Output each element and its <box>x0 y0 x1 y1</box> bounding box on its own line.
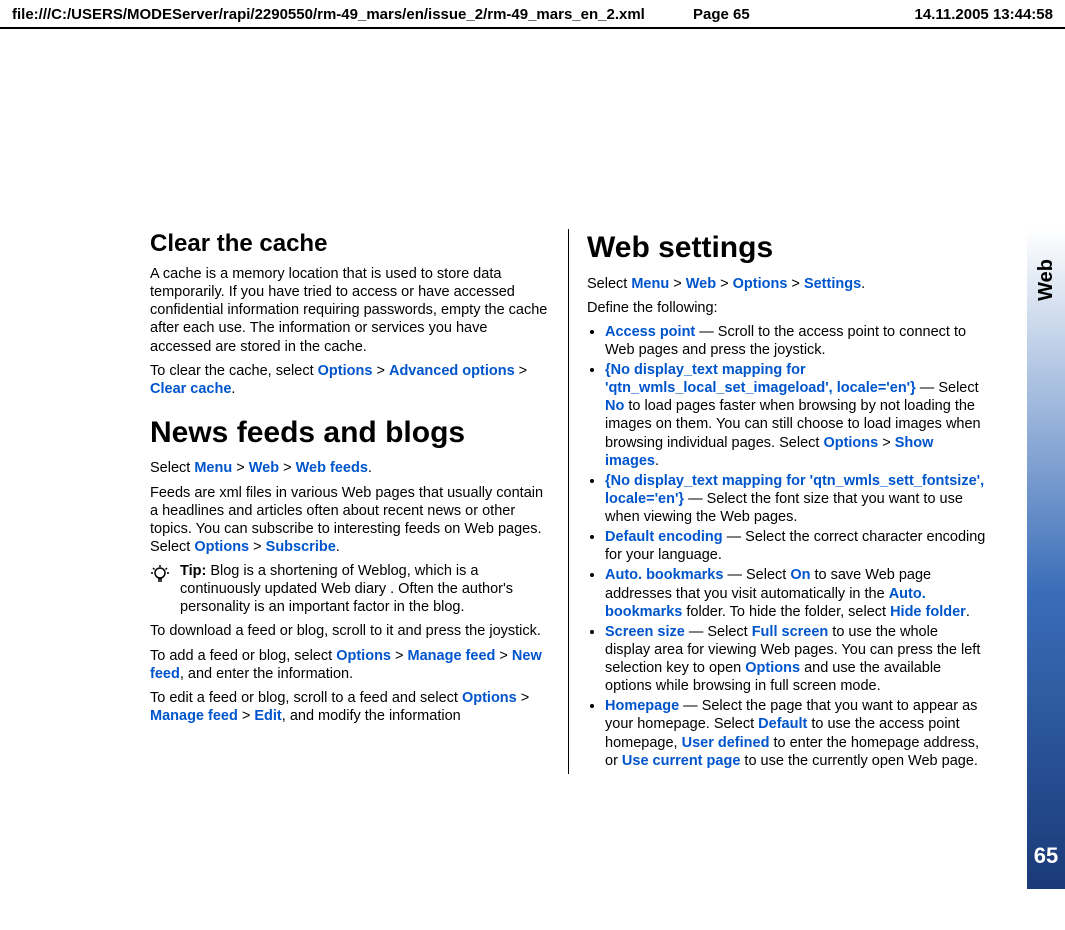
options-label: Options <box>733 276 788 292</box>
homepage-label: Homepage <box>605 698 679 714</box>
download-instruction: To download a feed or blog, scroll to it… <box>150 622 550 640</box>
options-label: Options <box>745 660 800 676</box>
manage-feed-label: Manage feed <box>408 648 496 664</box>
settings-select-path: Select Menu > Web > Options > Settings. <box>587 275 987 293</box>
heading-clear-cache: Clear the cache <box>150 229 550 259</box>
default-encoding-label: Default encoding <box>605 529 723 545</box>
menu-label: Menu <box>631 276 669 292</box>
default-label: Default <box>758 716 807 732</box>
settings-list: Access point — Scroll to the access poin… <box>587 323 987 770</box>
define-following: Define the following: <box>587 299 987 317</box>
left-column: Clear the cache A cache is a memory loca… <box>150 229 569 774</box>
full-screen-label: Full screen <box>752 624 829 640</box>
imageload-label: {No display_text mapping for 'qtn_wmls_l… <box>605 362 916 396</box>
access-point-label: Access point <box>605 324 695 340</box>
advanced-options-label: Advanced options <box>389 363 515 379</box>
on-label: On <box>790 567 810 583</box>
clear-cache-label: Clear cache <box>150 381 231 397</box>
tip-text: Tip: Blog is a shortening of Weblog, whi… <box>180 562 550 616</box>
use-current-page-label: Use current page <box>622 753 740 769</box>
print-header: file:///C:/USERS/MODEServer/rapi/2290550… <box>0 0 1065 29</box>
list-item: Homepage — Select the page that you want… <box>605 697 987 770</box>
datetime: 14.11.2005 13:44:58 <box>853 6 1053 23</box>
cache-desc: A cache is a memory location that is use… <box>150 265 550 356</box>
file-path: file:///C:/USERS/MODEServer/rapi/2290550… <box>12 6 693 23</box>
right-column: Web settings Select Menu > Web > Options… <box>569 229 987 774</box>
page-body: Clear the cache A cache is a memory loca… <box>0 29 1065 929</box>
heading-news-feeds: News feeds and blogs <box>150 414 550 452</box>
tip-block: Tip: Blog is a shortening of Weblog, whi… <box>150 562 550 616</box>
list-item: {No display_text mapping for 'qtn_wmls_s… <box>605 472 987 526</box>
list-item: {No display_text mapping for 'qtn_wmls_l… <box>605 361 987 470</box>
cache-clear-instruction: To clear the cache, select Options > Adv… <box>150 362 550 398</box>
edit-label: Edit <box>254 708 281 724</box>
lightbulb-icon <box>150 564 170 616</box>
user-defined-label: User defined <box>682 735 770 751</box>
add-feed-instruction: To add a feed or blog, select Options > … <box>150 647 550 683</box>
news-desc: Feeds are xml files in various Web pages… <box>150 484 550 557</box>
web-label: Web <box>249 460 279 476</box>
edit-feed-instruction: To edit a feed or blog, scroll to a feed… <box>150 689 550 725</box>
list-item: Access point — Scroll to the access poin… <box>605 323 987 359</box>
options-label: Options <box>318 363 373 379</box>
options-label: Options <box>823 435 878 451</box>
list-item: Auto. bookmarks — Select On to save Web … <box>605 566 987 620</box>
auto-bookmarks-label: Auto. bookmarks <box>605 567 723 583</box>
subscribe-label: Subscribe <box>266 539 336 555</box>
settings-label: Settings <box>804 276 861 292</box>
screen-size-label: Screen size <box>605 624 685 640</box>
page-number: 65 <box>1034 843 1058 869</box>
web-feeds-label: Web feeds <box>296 460 368 476</box>
list-item: Screen size — Select Full screen to use … <box>605 623 987 696</box>
thumb-tab: Web 65 <box>1027 229 1065 889</box>
hide-folder-label: Hide folder <box>890 604 966 620</box>
menu-label: Menu <box>194 460 232 476</box>
heading-web-settings: Web settings <box>587 229 987 267</box>
web-label: Web <box>686 276 716 292</box>
section-tab-label: Web <box>1035 259 1058 301</box>
options-label: Options <box>336 648 391 664</box>
list-item: Default encoding — Select the correct ch… <box>605 528 987 564</box>
options-label: Options <box>194 539 249 555</box>
manage-feed-label: Manage feed <box>150 708 238 724</box>
options-label: Options <box>462 690 517 706</box>
news-select-path: Select Menu > Web > Web feeds. <box>150 459 550 477</box>
no-label: No <box>605 398 624 414</box>
page-indicator: Page 65 <box>693 6 853 23</box>
